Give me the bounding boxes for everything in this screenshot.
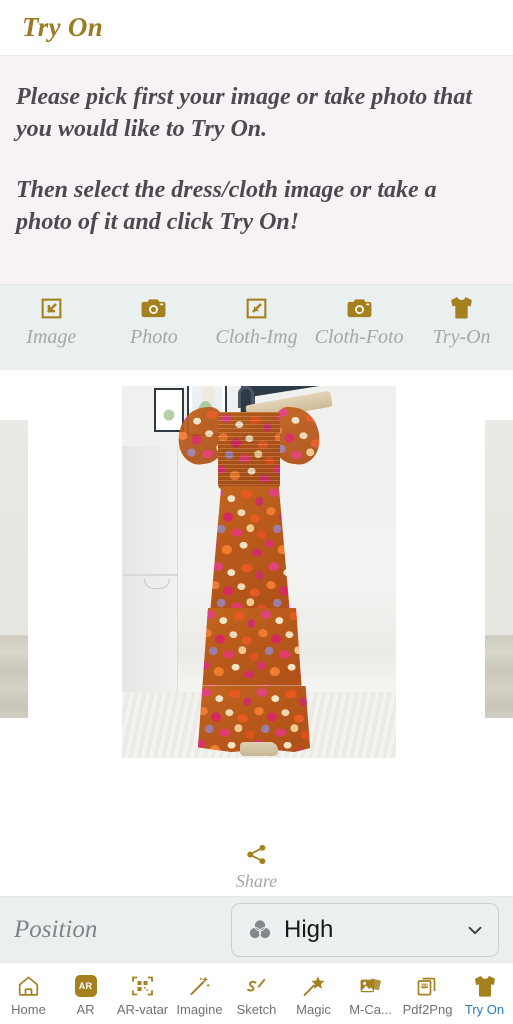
carousel-prev-thumbnail	[0, 420, 28, 718]
dress-skirt-upper	[210, 486, 290, 614]
nav-item-magic[interactable]: Magic	[285, 971, 342, 1017]
nav-item-ar[interactable]: AR AR	[57, 971, 114, 1017]
nav-label-pdf2png: Pdf2Png	[402, 1001, 453, 1017]
toolbar-item-try-on[interactable]: Try-On	[410, 295, 513, 349]
qr-code-icon	[130, 973, 155, 1000]
nav-item-imagine[interactable]: Imagine	[171, 971, 228, 1017]
bodice-shirring	[218, 412, 280, 490]
nav-label-imagine: Imagine	[176, 1001, 223, 1017]
nav-item-pdf2png[interactable]: PDF Pdf2Png	[399, 971, 456, 1017]
image-import-icon	[244, 295, 269, 321]
nav-label-try-on: Try On	[464, 1001, 505, 1017]
nav-label-ar-vatar: AR-vatar	[116, 1001, 169, 1017]
instruction-paragraph-2: Then select the dress/cloth image or tak…	[16, 177, 437, 236]
sketch-pen-icon	[244, 973, 269, 1000]
nav-item-try-on[interactable]: Try On	[456, 971, 513, 1017]
shoe	[240, 742, 278, 756]
dress	[122, 386, 396, 758]
image-carousel[interactable]: Share	[0, 370, 513, 896]
image-import-icon	[39, 295, 64, 321]
instruction-paragraph-1: Please pick first your image or take pho…	[16, 84, 472, 142]
svg-text:PDF: PDF	[421, 984, 429, 988]
camera-icon	[346, 295, 373, 321]
dress-skirt-lower	[202, 608, 302, 694]
tshirt-icon	[447, 295, 476, 321]
carousel-next-thumbnail	[485, 420, 513, 718]
ar-badge-text: AR	[74, 975, 97, 997]
photo-stack-icon	[358, 973, 384, 1000]
toolbar-label-image: Image	[26, 326, 77, 348]
toolbar-label-cloth-img: Cloth-Img	[215, 326, 298, 348]
position-dropdown[interactable]: High	[231, 902, 499, 957]
camera-icon	[140, 295, 167, 321]
selected-cloth-image[interactable]	[122, 386, 396, 758]
pdf-icon: PDF	[415, 973, 440, 1000]
toolbar-label-photo: Photo	[130, 326, 178, 348]
carousel-next-preview[interactable]	[485, 420, 513, 718]
try-on-screen: Try On Please pick first your image or t…	[0, 0, 513, 1024]
position-row: Position High	[0, 896, 513, 962]
share-icon	[245, 844, 268, 870]
action-toolbar: Image Photo Cloth-Img Cloth-Foto Try-On	[0, 285, 513, 370]
toolbar-label-try-on: Try-On	[432, 326, 491, 348]
toolbar-item-cloth-foto[interactable]: Cloth-Foto	[308, 295, 411, 349]
nav-label-sketch: Sketch	[236, 1001, 277, 1017]
nav-label-magic: Magic	[296, 1001, 331, 1017]
nav-label-ar: AR	[76, 1001, 95, 1017]
share-label: Share	[235, 871, 278, 891]
nav-item-home[interactable]: Home	[0, 971, 57, 1017]
venn-circles-icon	[248, 918, 272, 941]
star-wand-icon	[301, 973, 326, 1000]
dress-bodice	[218, 412, 280, 490]
instructions-panel: Please pick first your image or take pho…	[0, 55, 513, 285]
position-selected-value: High	[284, 915, 334, 943]
toolbar-item-photo[interactable]: Photo	[103, 295, 206, 349]
home-icon	[16, 973, 41, 1000]
toolbar-label-cloth-foto: Cloth-Foto	[314, 326, 404, 348]
share-button[interactable]: Share	[0, 844, 513, 892]
page-title: Try On	[22, 12, 104, 42]
toolbar-item-image[interactable]: Image	[0, 295, 103, 349]
ar-badge-icon: AR	[74, 973, 97, 1000]
toolbar-item-cloth-img[interactable]: Cloth-Img	[205, 295, 308, 349]
nav-label-m-camera: M-Ca...	[349, 1001, 392, 1017]
chevron-down-icon[interactable]	[464, 919, 486, 941]
nav-item-m-camera[interactable]: M-Ca...	[342, 971, 399, 1017]
nav-item-sketch[interactable]: Sketch	[228, 971, 285, 1017]
carousel-prev-preview[interactable]	[0, 420, 28, 718]
magic-wand-icon	[187, 973, 212, 1000]
bottom-navigation: Home AR AR AR-vatar Imagine Sketch Magic…	[0, 962, 513, 1024]
nav-item-ar-vatar[interactable]: AR-vatar	[114, 971, 171, 1017]
position-label: Position	[14, 915, 98, 943]
app-header: Try On	[0, 0, 513, 55]
tshirt-icon	[471, 973, 499, 1000]
nav-label-home: Home	[11, 1001, 46, 1017]
